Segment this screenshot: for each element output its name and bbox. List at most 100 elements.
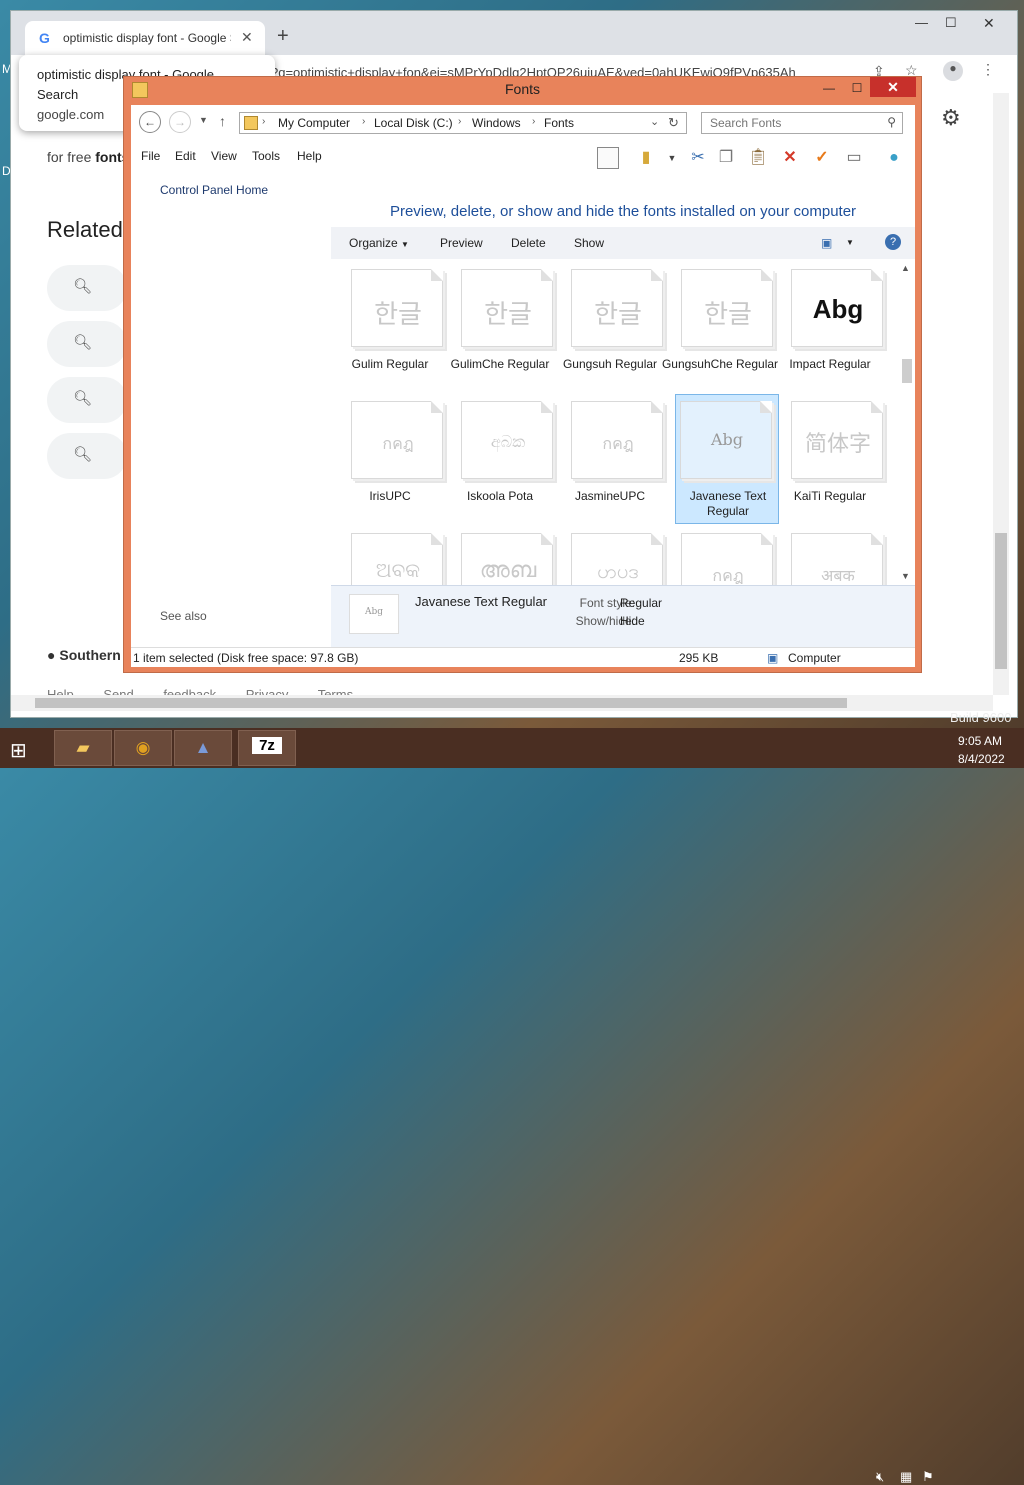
taskbar-file-explorer[interactable]: ▰ (54, 730, 112, 766)
recent-locations-icon[interactable]: ▼ (199, 115, 208, 125)
scrollbar-thumb[interactable] (995, 533, 1007, 669)
related-search-pill[interactable]: 🔍︎ (47, 433, 127, 479)
help-icon[interactable]: ? (885, 234, 901, 250)
paste-icon[interactable]: 📋︎ (747, 147, 769, 169)
menu-view[interactable]: View (211, 149, 237, 163)
font-tile-javanese-text[interactable]: Abg Javanese Text Regular (675, 394, 779, 524)
menu-tools[interactable]: Tools (252, 149, 280, 163)
font-tile-partial[interactable]: അബ (445, 527, 553, 585)
breadcrumb-item[interactable]: Windows (472, 116, 521, 130)
tab-close-icon[interactable]: ✕ (241, 29, 253, 46)
address-dropdown-icon[interactable]: ⌄ (650, 115, 659, 128)
taskbar-chrome[interactable]: ◉ (114, 730, 172, 766)
forward-arrow-icon[interactable]: → (169, 111, 191, 133)
close-button[interactable]: ✕ (870, 77, 916, 97)
breadcrumb-item[interactable]: Fonts (544, 116, 574, 130)
page-vertical-scrollbar[interactable] (993, 93, 1009, 695)
organize-button[interactable]: Organize ▼ (349, 236, 409, 250)
taskbar-font-app[interactable]: ▲ (174, 730, 232, 766)
dropdown-icon[interactable]: ▼ (661, 147, 683, 169)
breadcrumb-item[interactable]: Local Disk (C:) (374, 116, 453, 130)
related-search-pill[interactable]: 🔍︎ (47, 265, 127, 311)
view-dropdown-icon[interactable]: ▼ (846, 238, 854, 247)
font-tile-partial[interactable]: ဟပဒ (555, 527, 663, 585)
chrome-tab[interactable]: G optimistic display font - Google S ✕ (25, 21, 265, 55)
start-windows-icon[interactable]: ⊞ (10, 738, 27, 763)
chrome-menu-icon[interactable]: ⋮ (981, 61, 995, 78)
delete-button[interactable]: Delete (511, 236, 546, 250)
breadcrumb-item[interactable]: My Computer (278, 116, 350, 130)
desktop-build-watermark: Build 9600 (950, 710, 1012, 725)
scrollbar-thumb[interactable] (902, 359, 912, 383)
properties-icon[interactable]: ▭ (843, 147, 865, 169)
new-tab-button[interactable]: + (277, 25, 289, 48)
globe-icon[interactable]: ● (883, 147, 905, 169)
breadcrumb[interactable]: › My Computer › Local Disk (C:) › Window… (239, 112, 687, 134)
menu-help[interactable]: Help (297, 149, 322, 163)
settings-gear-icon[interactable]: ⚙ (941, 105, 961, 131)
cut-icon[interactable]: ✂ (687, 147, 709, 169)
search-input[interactable] (708, 115, 874, 131)
breadcrumb-separator-icon[interactable]: › (362, 116, 365, 127)
layout-pane-icon[interactable] (597, 147, 619, 169)
font-tile-partial[interactable]: กคฎ (665, 527, 773, 585)
font-name: GulimChe Regular (450, 357, 550, 371)
search-icon[interactable]: ⚲ (887, 115, 896, 129)
search-icon: 🔍︎ (73, 446, 93, 463)
breadcrumb-separator-icon[interactable]: › (262, 116, 265, 127)
minimize-icon[interactable]: — (816, 79, 842, 97)
font-tile-kaiti[interactable]: 简体字 KaiTi Regular (775, 395, 883, 525)
scrollbar-thumb[interactable] (35, 698, 847, 708)
page-horizontal-scrollbar[interactable] (11, 695, 993, 711)
maximize-icon[interactable]: ☐ (945, 15, 957, 31)
command-bar: Organize ▼ Preview Delete Show ▣ ▼ ? (331, 227, 915, 259)
show-button[interactable]: Show (574, 236, 604, 250)
delete-x-icon[interactable]: ✕ (779, 147, 801, 169)
preview-button[interactable]: Preview (440, 236, 483, 250)
font-tile-gulim[interactable]: 한글 Gulim Regular (335, 263, 443, 393)
font-tile-gungsuh[interactable]: 한글 Gungsuh Regular (555, 263, 663, 393)
clock-date[interactable]: 8/4/2022 (958, 752, 1005, 766)
fonts-location-icon (244, 116, 258, 130)
clock-time[interactable]: 9:05 AM (958, 734, 1002, 748)
tile-grid-scrollbar[interactable]: ▲ ▼ (897, 259, 915, 585)
search-field[interactable]: ⚲ (701, 112, 903, 134)
back-arrow-icon[interactable]: ← (139, 111, 161, 133)
refresh-icon[interactable]: ↻ (668, 115, 679, 131)
font-tile-partial[interactable]: अबक (775, 527, 883, 585)
minimize-icon[interactable]: — (915, 15, 928, 30)
font-preview-page: ဟပဒ (571, 533, 663, 585)
action-center-flag-icon[interactable]: ⚑ (922, 1469, 934, 1485)
menu-file[interactable]: File (141, 149, 160, 163)
profile-avatar-icon[interactable]: ● (943, 61, 963, 81)
folder-view-icon[interactable]: ▮ (635, 147, 657, 169)
page-fold (871, 269, 883, 281)
font-tile-gulimche[interactable]: 한글 GulimChe Regular (445, 263, 553, 393)
scroll-down-icon[interactable]: ▼ (901, 571, 910, 581)
font-tile-jasmineupc[interactable]: กคฎ JasmineUPC (555, 395, 663, 525)
font-tile-impact[interactable]: Abg Impact Regular (775, 263, 883, 393)
font-tile-irisupc[interactable]: กคฎ IrisUPC (335, 395, 443, 525)
breadcrumb-separator-icon[interactable]: › (532, 116, 535, 127)
maximize-icon[interactable]: ☐ (844, 79, 870, 97)
font-glyph-preview: 한글 (374, 300, 422, 330)
change-view-icon[interactable]: ▣ (821, 236, 832, 250)
close-icon[interactable]: ✕ (983, 15, 995, 32)
related-search-pill[interactable]: 🔍︎ (47, 377, 127, 423)
snippet-prefix: for free (47, 149, 96, 165)
speaker-muted-icon[interactable]: 🔇︎ (876, 1469, 884, 1485)
network-icon[interactable]: ▦ (900, 1469, 912, 1485)
control-panel-home-link[interactable]: Control Panel Home (160, 183, 268, 197)
related-search-pill[interactable]: 🔍︎ (47, 321, 127, 367)
font-tile-iskoola-pota[interactable]: අබක Iskoola Pota (445, 395, 553, 525)
breadcrumb-separator-icon[interactable]: › (458, 116, 461, 127)
font-tile-gungsuhche[interactable]: 한글 GungsuhChe Regular (662, 263, 778, 393)
copy-icon[interactable]: ❐ (715, 147, 737, 169)
menu-edit[interactable]: Edit (175, 149, 196, 163)
checkmark-icon[interactable]: ✓ (811, 147, 833, 169)
up-arrow-icon[interactable]: ↑ (219, 113, 226, 129)
window-title: Fonts (504, 81, 540, 97)
taskbar-7zip[interactable]: 7z (238, 730, 296, 766)
scroll-up-icon[interactable]: ▲ (901, 263, 910, 273)
font-tile-partial[interactable]: ଅବକ (335, 527, 443, 585)
